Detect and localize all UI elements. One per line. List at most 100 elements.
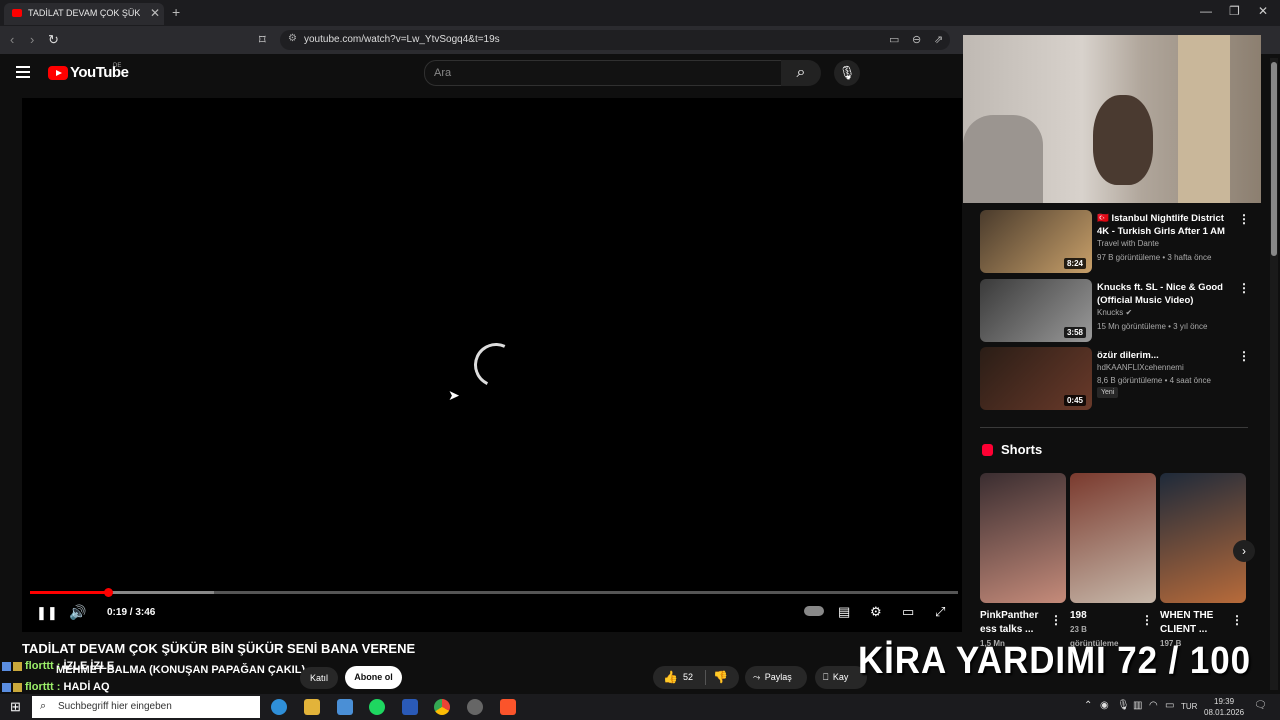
video-title[interactable]: 🇹🇷 Istanbul Nightlife District 4K - Turk… bbox=[1097, 212, 1235, 238]
youtube-logo-icon[interactable] bbox=[48, 66, 68, 80]
chat-text: HADİ AQ bbox=[63, 681, 110, 693]
edge-icon[interactable] bbox=[271, 699, 287, 715]
shorts-icon bbox=[982, 444, 993, 456]
shorts-heading: Shorts bbox=[1001, 442, 1043, 457]
short-title[interactable]: 198 bbox=[1070, 609, 1132, 623]
recommended-video[interactable]: 0:45 özür dilerim... hdKAANFLIXcehennemi… bbox=[980, 347, 1270, 411]
spotify-icon[interactable] bbox=[369, 699, 385, 715]
recommended-video[interactable]: 3:58 Knucks ft. SL - Nice & Good (Offici… bbox=[980, 279, 1270, 343]
scrollbar-thumb[interactable] bbox=[1271, 62, 1277, 256]
region-code: DE bbox=[113, 63, 122, 69]
windows-start-icon[interactable]: ⊞ bbox=[10, 699, 21, 715]
chrome-icon[interactable] bbox=[434, 699, 450, 715]
browser-tab-bar bbox=[0, 0, 1280, 26]
notification-icon[interactable]: 🗨 bbox=[1254, 700, 1267, 711]
forward-icon[interactable]: › bbox=[30, 32, 34, 47]
subtitles-icon[interactable]: ▤ bbox=[838, 604, 850, 620]
video-duration: 3:58 bbox=[1063, 327, 1086, 338]
video-title[interactable]: Knucks ft. SL - Nice & Good (Official Mu… bbox=[1097, 281, 1235, 307]
voice-search-button[interactable]: 🎙 bbox=[834, 60, 860, 86]
browser-tab[interactable]: TADİLAT DEVAM ÇOK ŞÜKÜR Bİ ✕ bbox=[4, 3, 164, 25]
short-thumbnail[interactable] bbox=[980, 473, 1066, 603]
store-icon[interactable] bbox=[337, 699, 353, 715]
tab-close-button[interactable]: ✕ bbox=[150, 6, 160, 20]
recommended-video[interactable]: 8:24 🇹🇷 Istanbul Nightlife District 4K -… bbox=[980, 210, 1270, 274]
more-options-icon[interactable]: ⋮ bbox=[1238, 349, 1250, 363]
more-options-icon[interactable]: ⋮ bbox=[1050, 613, 1062, 627]
more-options-icon[interactable]: ⋮ bbox=[1231, 613, 1243, 627]
short-title[interactable]: WHEN THE CLIENT ... bbox=[1160, 609, 1222, 637]
webcam-background bbox=[1178, 35, 1230, 203]
share-page-icon[interactable]: ⇗ bbox=[934, 33, 943, 46]
youtube-favicon-icon bbox=[12, 9, 22, 17]
fullscreen-icon[interactable]: ⤢ bbox=[935, 604, 945, 620]
pause-button[interactable]: ❚❚ bbox=[36, 605, 58, 621]
bookmark-icon[interactable]: ⌑ bbox=[259, 32, 266, 48]
brave-icon[interactable] bbox=[500, 699, 516, 715]
search-placeholder: Ara bbox=[434, 67, 452, 79]
taskbar-search-placeholder: Suchbegriff hier eingeben bbox=[58, 701, 172, 712]
video-title[interactable]: özür dilerim... bbox=[1097, 349, 1235, 362]
chevron-right-icon[interactable]: › bbox=[1233, 540, 1255, 562]
channel-name[interactable]: Travel with Dante bbox=[1097, 239, 1159, 248]
channel-name[interactable]: Knucks ✔ bbox=[1097, 308, 1132, 317]
video-title: TADİLAT DEVAM ÇOK ŞÜKÜR BİN ŞÜKÜR SENİ B… bbox=[22, 641, 416, 656]
dislike-icon[interactable]: 👎 bbox=[713, 670, 728, 684]
new-tab-button[interactable]: + bbox=[172, 4, 180, 20]
channel-name[interactable]: hdKAANFLIXcehennemi bbox=[1097, 363, 1184, 372]
chat-user: florttt bbox=[25, 660, 54, 672]
back-icon[interactable]: ‹ bbox=[10, 32, 14, 47]
short-title[interactable]: PinkPanther ess talks ... bbox=[980, 609, 1042, 637]
volume-icon[interactable]: 🔊 bbox=[69, 604, 86, 621]
badge-icon bbox=[13, 661, 22, 671]
language-indicator[interactable]: TUR bbox=[1181, 702, 1197, 711]
tray-app-icon[interactable]: ▥ bbox=[1133, 700, 1142, 711]
more-options-icon[interactable]: ⋮ bbox=[1238, 281, 1250, 295]
file-explorer-icon[interactable] bbox=[304, 699, 320, 715]
share-button[interactable]: ⤳ Paylaş bbox=[745, 666, 807, 689]
short-thumbnail[interactable] bbox=[1070, 473, 1156, 603]
settings-gear-icon[interactable]: ⚙ bbox=[870, 604, 882, 620]
tray-chevron-icon[interactable]: ⌃ bbox=[1084, 700, 1092, 711]
autoplay-toggle[interactable] bbox=[804, 606, 824, 616]
subscribe-button[interactable]: Abone ol bbox=[345, 666, 402, 689]
webcam-overlay bbox=[963, 35, 1261, 203]
window-close-button[interactable]: ✕ bbox=[1258, 4, 1268, 18]
video-meta: 15 Mn görüntüleme • 3 yıl önce bbox=[1097, 322, 1208, 331]
share-label: Paylaş bbox=[764, 672, 792, 682]
address-bar[interactable]: ⚙ youtube.com/watch?v=Lw_YtvSogq4&t=19s bbox=[280, 30, 950, 50]
clock-time: 19:39 bbox=[1214, 697, 1235, 706]
more-options-icon[interactable]: ⋮ bbox=[1141, 613, 1153, 627]
like-icon[interactable]: 👍 bbox=[663, 670, 678, 684]
clock[interactable]: 19:39 08.01.2026 bbox=[1204, 696, 1244, 718]
obs-icon[interactable] bbox=[467, 699, 483, 715]
progress-scrubber[interactable] bbox=[104, 588, 113, 597]
like-count: 52 bbox=[683, 672, 694, 682]
microphone-icon: 🎙 bbox=[838, 65, 856, 80]
section-divider bbox=[980, 427, 1248, 428]
calculator-icon[interactable] bbox=[402, 699, 418, 715]
reader-mode-icon[interactable]: ▭ bbox=[889, 33, 899, 46]
short-thumbnail[interactable] bbox=[1160, 473, 1246, 603]
reload-icon[interactable]: ↻ bbox=[48, 32, 59, 48]
site-info-icon[interactable]: ⚙ bbox=[288, 33, 297, 44]
battery-icon[interactable]: ▭ bbox=[1165, 700, 1174, 711]
zoom-icon[interactable]: ⊖ bbox=[912, 33, 921, 46]
tab-title: TADİLAT DEVAM ÇOK ŞÜKÜR Bİ bbox=[28, 8, 140, 18]
theater-mode-icon[interactable]: ▭ bbox=[902, 604, 914, 620]
microphone-icon[interactable]: 🎙 bbox=[1117, 700, 1130, 711]
like-dislike-group: 👍 52 👎 bbox=[653, 666, 739, 689]
more-options-icon[interactable]: ⋮ bbox=[1238, 212, 1250, 226]
search-input[interactable]: Ara bbox=[424, 60, 782, 86]
maximize-button[interactable]: ❐ bbox=[1229, 4, 1240, 18]
tray-app-icon[interactable]: ◉ bbox=[1100, 700, 1109, 711]
menu-icon[interactable] bbox=[16, 66, 30, 81]
minimize-button[interactable]: — bbox=[1200, 4, 1212, 18]
search-icon: ⌕ bbox=[796, 64, 806, 81]
taskbar-search-input[interactable]: ⌕ Suchbegriff hier eingeben bbox=[32, 696, 260, 718]
search-button[interactable]: ⌕ bbox=[781, 60, 821, 86]
video-duration: 0:45 bbox=[1063, 395, 1086, 406]
url-text: youtube.com/watch?v=Lw_YtvSogq4&t=19s bbox=[304, 34, 500, 45]
join-button[interactable]: Katıl bbox=[300, 667, 338, 689]
wifi-icon[interactable]: ◠ bbox=[1149, 700, 1158, 711]
